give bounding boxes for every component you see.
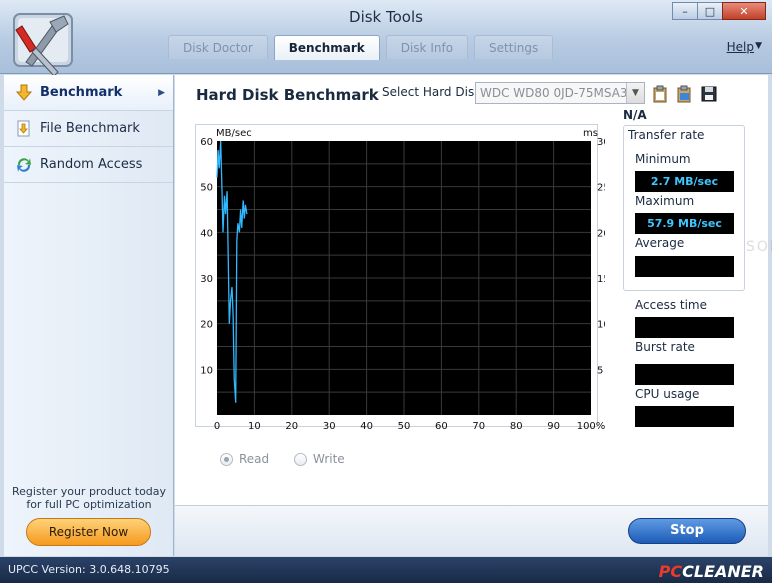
pc-cleaner-logo: PCCLEANER <box>658 562 764 581</box>
stop-button[interactable]: Stop <box>628 518 746 544</box>
x-tick-label: 60 <box>435 421 448 432</box>
tab-settings[interactable]: Settings <box>474 35 554 59</box>
left-axis-label: MB/sec <box>216 128 252 139</box>
help-dropdown-icon[interactable]: ▼ <box>755 41 762 51</box>
right-tick-label: 30 <box>597 137 605 148</box>
tab-disk-doctor[interactable]: Disk Doctor <box>168 35 268 59</box>
na-label: N/A <box>623 108 647 122</box>
left-tick-label: 10 <box>200 365 213 376</box>
x-tick-label: 40 <box>360 421 373 432</box>
read-radio[interactable]: Read <box>220 452 269 466</box>
right-tick-label: 20 <box>597 228 605 239</box>
write-radio[interactable]: Write <box>294 452 345 466</box>
sidebar-item-benchmark[interactable]: Benchmark ▶ <box>4 75 173 111</box>
window-controls: – □ ✕ <box>672 2 766 20</box>
read-radio-label: Read <box>239 452 270 466</box>
minimize-icon[interactable]: – <box>672 2 698 20</box>
x-tick-label: 20 <box>285 421 298 432</box>
main-tabs: Disk Doctor Benchmark Disk Info Settings <box>168 35 559 60</box>
right-tick-label: 25 <box>597 183 605 194</box>
status-bar: UPCC Version: 3.0.648.10795 PCCLEANER <box>0 557 772 583</box>
x-tick-label: 70 <box>472 421 485 432</box>
write-radio-dot <box>294 452 307 466</box>
average-value <box>635 256 734 277</box>
read-radio-dot <box>220 452 233 466</box>
left-tick-label: 40 <box>200 228 213 239</box>
version-text: UPCC Version: 3.0.648.10795 <box>8 563 170 576</box>
copy-clipboard-icon[interactable] <box>652 85 668 103</box>
chevron-down-icon[interactable]: ▼ <box>626 83 644 103</box>
tab-benchmark[interactable]: Benchmark <box>273 35 380 60</box>
x-tick-label: 100% <box>577 421 605 432</box>
tab-disk-info[interactable]: Disk Info <box>385 35 469 59</box>
left-tick-label: 20 <box>200 320 213 331</box>
x-tick-label: 50 <box>398 421 411 432</box>
register-now-button[interactable]: Register Now <box>26 518 151 546</box>
right-tick-label: 15 <box>597 274 605 285</box>
access-time-label: Access time <box>635 298 708 312</box>
left-tick-label: 50 <box>200 183 213 194</box>
window-title: Disk Tools <box>349 8 423 26</box>
x-tick-label: 0 <box>214 421 220 432</box>
average-label: Average <box>635 236 685 250</box>
register-text-line2: for full PC optimization <box>26 498 152 511</box>
burst-rate-value <box>635 364 734 385</box>
sidebar-item-file-benchmark[interactable]: File Benchmark <box>4 111 173 147</box>
register-text-line1: Register your product today <box>11 485 167 498</box>
title-bar: Disk Tools – □ ✕ Disk Doctor Benchmark D… <box>0 0 772 77</box>
minimum-label: Minimum <box>635 152 691 166</box>
save-icon[interactable] <box>701 85 717 103</box>
left-tick-label: 60 <box>200 137 213 148</box>
hard-disk-select[interactable]: WDC WD80 0JD-75MSA3 (80 ▼ <box>475 82 645 104</box>
maximum-label: Maximum <box>635 194 695 208</box>
burst-rate-label: Burst rate <box>635 340 695 354</box>
page-title: Hard Disk Benchmark <box>196 86 379 104</box>
x-tick-label: 30 <box>323 421 336 432</box>
file-download-icon <box>14 119 34 139</box>
left-tick-label: 30 <box>200 274 213 285</box>
x-tick-label: 10 <box>248 421 261 432</box>
maximize-icon[interactable]: □ <box>697 2 723 20</box>
help-menu[interactable]: Help <box>727 40 754 54</box>
transfer-rate-label: Transfer rate <box>628 128 705 142</box>
register-promo-text: Register your product today for full PC … <box>4 485 174 511</box>
cpu-usage-value <box>635 406 734 427</box>
close-icon[interactable]: ✕ <box>722 2 766 20</box>
x-tick-label: 80 <box>510 421 523 432</box>
right-axis-label: ms <box>583 128 598 139</box>
minimum-value: 2.7 MB/sec <box>635 171 734 192</box>
access-time-value <box>635 317 734 338</box>
watermark-text: SOFTPEDIA <box>746 239 772 255</box>
right-tick-label: 10 <box>597 320 605 331</box>
chevron-right-icon: ▶ <box>158 87 165 98</box>
maximum-value: 57.9 MB/sec <box>635 213 734 234</box>
right-tick-label: 5 <box>597 365 603 376</box>
action-bar: Stop <box>175 505 768 556</box>
sidebar-item-label: File Benchmark <box>40 121 140 136</box>
cpu-usage-label: CPU usage <box>635 387 700 401</box>
select-disk-label: Select Hard Disk: <box>382 85 486 99</box>
benchmark-chart: MB/sec ms 0 10 20 30 40 50 60 70 80 90 100% 60 50 40 3… <box>200 128 605 432</box>
arrow-down-icon <box>14 83 34 103</box>
sidebar-item-label: Random Access <box>40 157 143 172</box>
sidebar-item-label: Benchmark <box>40 85 123 100</box>
sidebar-item-random-access[interactable]: Random Access <box>4 147 173 183</box>
hard-disk-select-value: WDC WD80 0JD-75MSA3 (80 <box>480 86 645 100</box>
export-image-icon[interactable] <box>676 85 692 103</box>
benchmark-panel: Hard Disk Benchmark Select Hard Disk: WD… <box>175 75 772 505</box>
refresh-icon <box>14 155 34 175</box>
x-tick-label: 90 <box>547 421 560 432</box>
write-radio-label: Write <box>313 452 345 466</box>
sidebar: Benchmark ▶ File Benchmark Random Access… <box>4 75 174 556</box>
